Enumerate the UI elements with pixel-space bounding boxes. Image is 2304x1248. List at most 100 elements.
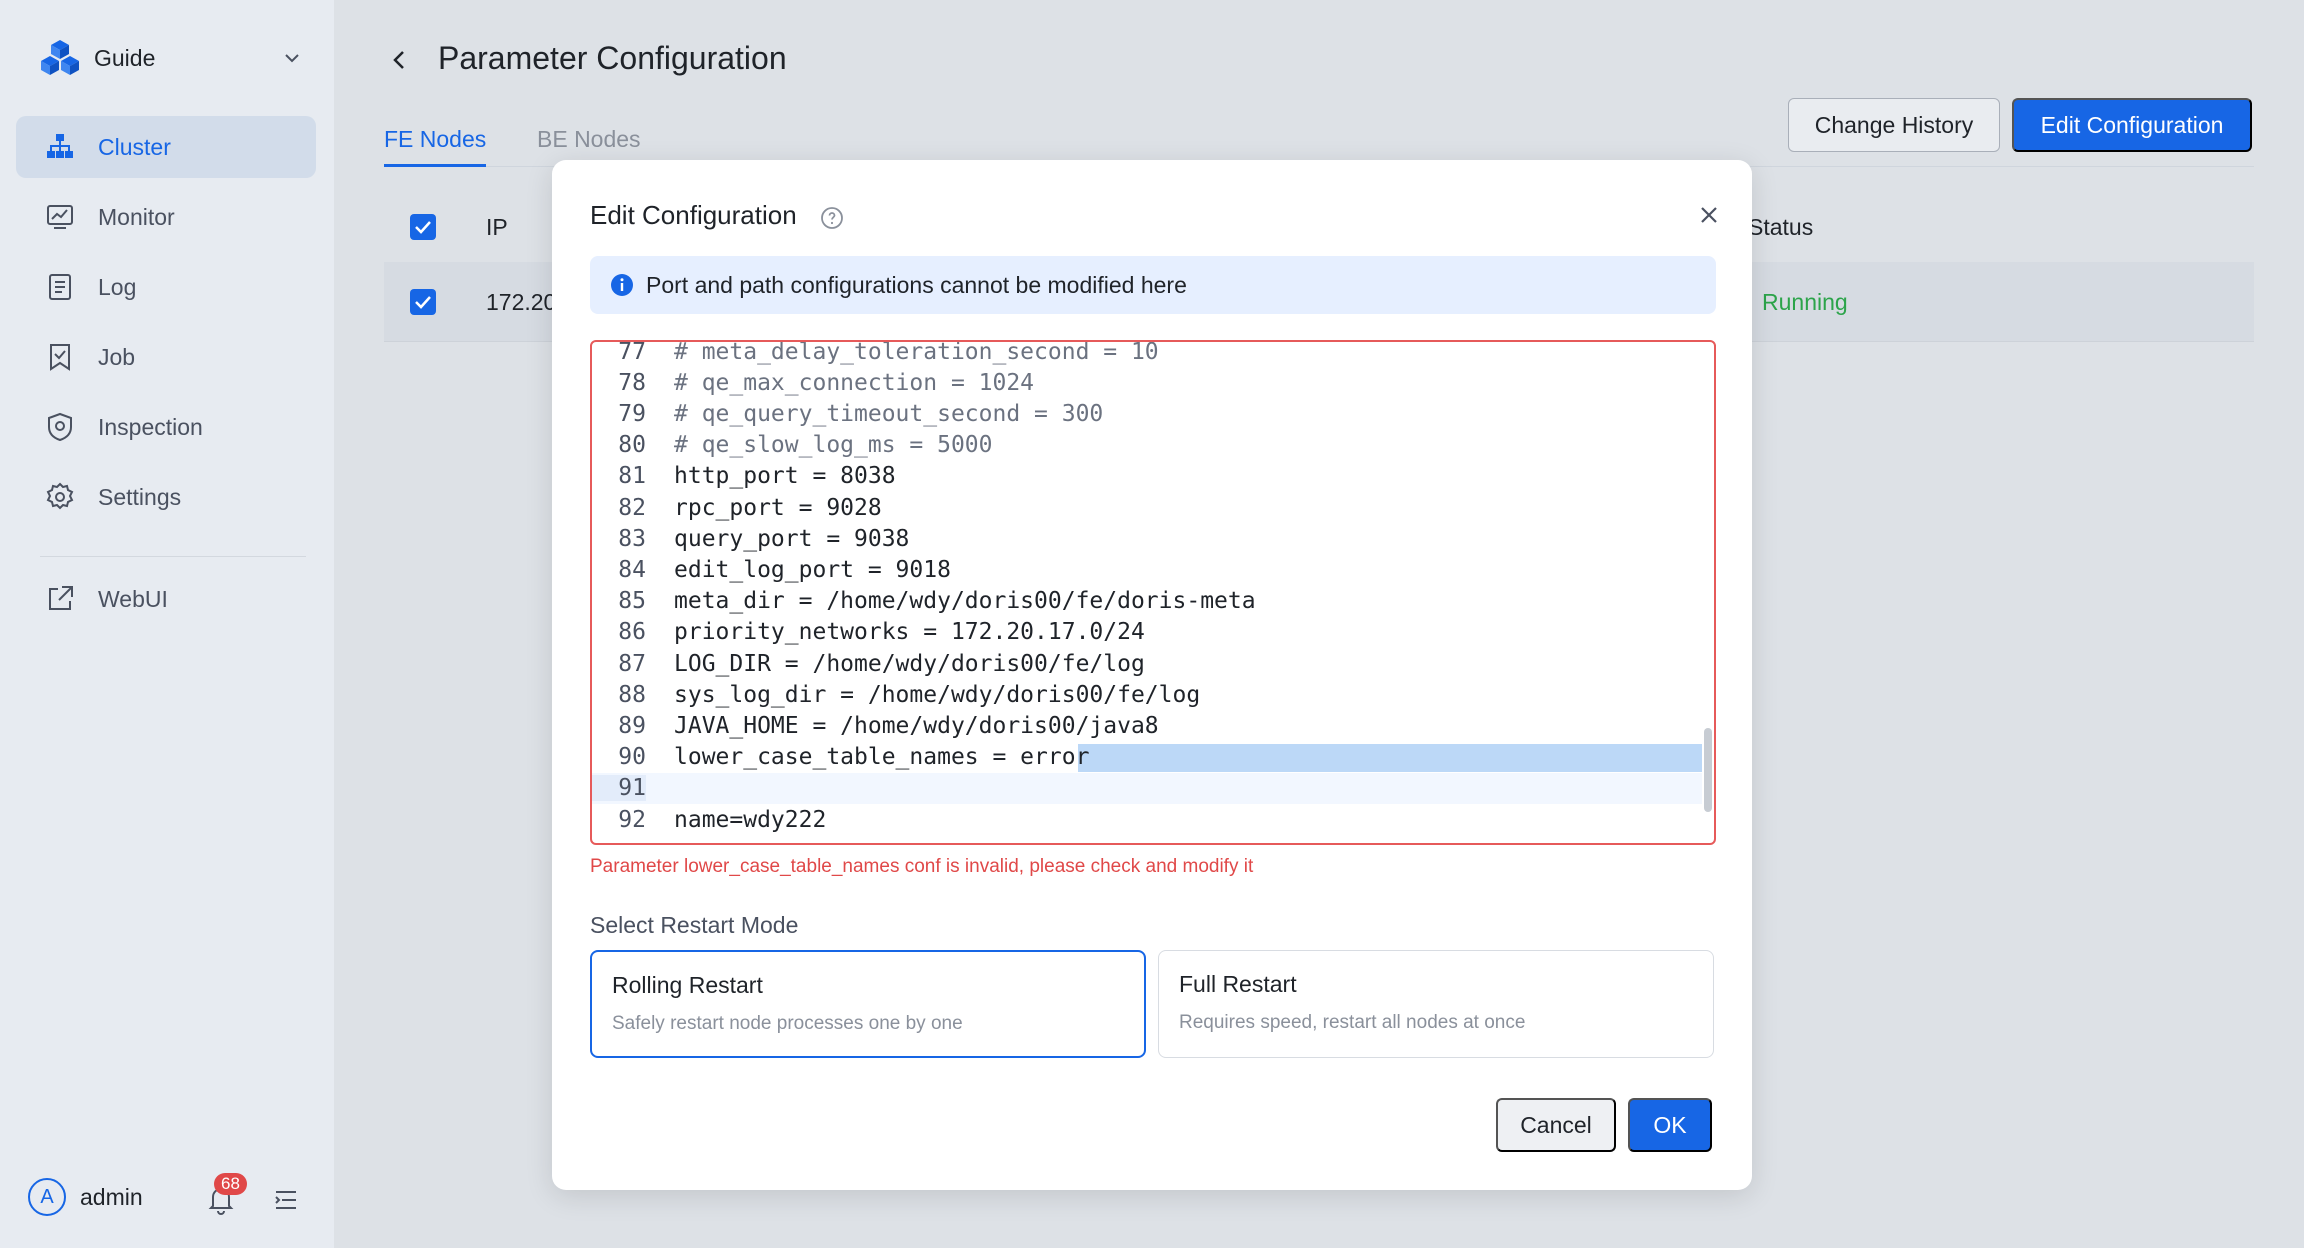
line-text: # qe_slow_log_ms = 5000 (674, 432, 993, 459)
line-number: 77 (618, 340, 646, 365)
line-text: # qe_query_timeout_second = 300 (674, 400, 1104, 427)
line-number: 81 (618, 463, 646, 490)
option-description: Safely restart node processes one by one (612, 1013, 963, 1034)
option-description: Requires speed, restart all nodes at onc… (1179, 1012, 1526, 1033)
sidebar-item-label: Log (98, 273, 137, 300)
sidebar-item-settings[interactable]: Settings (16, 466, 316, 528)
line-text: edit_log_port = 9018 (674, 556, 951, 583)
cluster-icon (47, 134, 73, 158)
line-number: 82 (618, 494, 646, 521)
info-icon (611, 274, 633, 296)
line-text: # meta_delay_toleration_second = 10 (674, 340, 1159, 365)
change-history-button[interactable]: Change History (1788, 98, 2000, 152)
close-icon[interactable] (1696, 202, 1722, 228)
line-text: meta_dir = /home/wdy/doris00/fe/doris-me… (674, 588, 1256, 615)
notification-badge: 68 (214, 1173, 247, 1195)
line-number: 85 (618, 588, 646, 615)
page-title: Parameter Configuration (438, 40, 787, 76)
code-line[interactable]: 77 # meta_delay_toleration_second = 10 (592, 340, 1702, 367)
column-header-status: Status (1748, 214, 1814, 240)
line-number: 91 (592, 775, 646, 802)
restart-mode-label: Select Restart Mode (590, 912, 799, 938)
sidebar-item-log[interactable]: Log (16, 256, 316, 318)
sidebar-item-cluster[interactable]: Cluster (16, 116, 316, 178)
job-icon (50, 344, 70, 371)
avatar: A (28, 1178, 66, 1216)
external-link-icon (49, 586, 73, 610)
editor-scrollbar[interactable] (1704, 728, 1712, 812)
sidebar-item-monitor[interactable]: Monitor (16, 186, 316, 248)
cancel-button[interactable]: Cancel (1496, 1098, 1616, 1152)
code-line[interactable]: 90 lower_case_table_names = error (592, 742, 1702, 773)
line-text: # qe_max_connection = 1024 (674, 369, 1035, 396)
row-checkbox[interactable] (410, 289, 436, 315)
line-number: 79 (618, 400, 646, 427)
sidebar: Guide Cluster Monitor Log Job Inspection… (0, 0, 334, 1248)
info-alert: Port and path configurations cannot be m… (590, 256, 1716, 314)
help-icon[interactable] (820, 206, 844, 230)
sidebar-item-webui[interactable]: WebUI (16, 568, 316, 630)
tab-fe-nodes[interactable]: FE Nodes (384, 126, 486, 153)
column-header-ip: IP (486, 214, 508, 240)
code-line[interactable]: 84 edit_log_port = 9018 (592, 554, 1702, 585)
line-text: priority_networks = 172.20.17.0/24 (674, 619, 1145, 646)
line-text: JAVA_HOME = /home/wdy/doris00/java8 (674, 712, 1159, 739)
code-line[interactable]: 80 # qe_slow_log_ms = 5000 (592, 430, 1702, 461)
select-all-checkbox[interactable] (410, 214, 436, 240)
sidebar-item-inspection[interactable]: Inspection (16, 396, 316, 458)
line-text: http_port = 8038 (674, 463, 896, 490)
code-line[interactable]: 79 # qe_query_timeout_second = 300 (592, 398, 1702, 429)
line-text: sys_log_dir = /home/wdy/doris00/fe/log (674, 681, 1201, 708)
line-number: 86 (618, 619, 646, 646)
line-text: rpc_port = 9028 (674, 494, 882, 521)
inspection-icon (48, 412, 72, 442)
brand-name: Guide (94, 44, 156, 71)
tab-be-nodes[interactable]: BE Nodes (537, 126, 641, 153)
line-number: 83 (618, 525, 646, 552)
sidebar-divider (40, 556, 306, 557)
code-line[interactable]: 87 LOG_DIR = /home/wdy/doris00/fe/log (592, 648, 1702, 679)
code-line[interactable]: 83 query_port = 9038 (592, 523, 1702, 554)
check-icon (415, 296, 431, 309)
option-title: Full Restart (1179, 971, 1297, 997)
log-icon (49, 274, 71, 300)
full-restart-option[interactable]: Full Restart Requires speed, restart all… (1158, 950, 1714, 1058)
line-number: 90 (618, 744, 646, 771)
code-line[interactable]: 91 (592, 772, 1702, 804)
alert-text: Port and path configurations cannot be m… (646, 271, 1187, 298)
line-number: 78 (618, 369, 646, 396)
option-title: Rolling Restart (612, 972, 763, 998)
back-arrow-icon[interactable] (386, 46, 414, 74)
edit-configuration-button[interactable]: Edit Configuration (2012, 98, 2252, 152)
user-menu[interactable]: A admin (28, 1178, 143, 1216)
chevron-down-icon[interactable] (280, 46, 304, 70)
line-number: 88 (618, 681, 646, 708)
sidebar-item-label: WebUI (98, 585, 168, 612)
code-line[interactable]: 78 # qe_max_connection = 1024 (592, 367, 1702, 398)
code-line[interactable]: 92 name=wdy222 (592, 804, 1702, 835)
monitor-icon (47, 205, 73, 229)
sidebar-item-label: Monitor (98, 203, 175, 230)
rolling-restart-option[interactable]: Rolling Restart Safely restart node proc… (590, 950, 1146, 1058)
sidebar-item-job[interactable]: Job (16, 326, 316, 388)
code-line[interactable]: 81 http_port = 8038 (592, 461, 1702, 492)
menu-collapse-icon[interactable] (272, 1186, 300, 1214)
code-line[interactable]: 85 meta_dir = /home/wdy/doris00/fe/doris-… (592, 586, 1702, 617)
sidebar-item-label: Settings (98, 483, 182, 510)
row-status: Running (1762, 289, 1848, 315)
code-line[interactable]: 86 priority_networks = 172.20.17.0/24 (592, 617, 1702, 648)
code-line[interactable]: 89 JAVA_HOME = /home/wdy/doris00/java8 (592, 710, 1702, 741)
gear-icon (46, 482, 74, 510)
ok-button[interactable]: OK (1628, 1098, 1712, 1152)
code-line[interactable]: 88 sys_log_dir = /home/wdy/doris00/fe/log (592, 679, 1702, 710)
line-number: 92 (618, 806, 646, 833)
check-icon (415, 221, 431, 234)
line-number: 87 (618, 650, 646, 677)
edit-configuration-modal: Edit Configuration Port and path configu… (552, 160, 1752, 1190)
config-code-editor[interactable]: 77 # meta_delay_toleration_second = 10 78 #… (590, 340, 1716, 845)
line-text: LOG_DIR = /home/wdy/doris00/fe/log (674, 650, 1145, 677)
sidebar-item-label: Inspection (98, 413, 203, 440)
code-line[interactable]: 82 rpc_port = 9028 (592, 492, 1702, 523)
sidebar-item-label: Cluster (98, 133, 171, 160)
brand[interactable]: Guide (40, 38, 155, 78)
